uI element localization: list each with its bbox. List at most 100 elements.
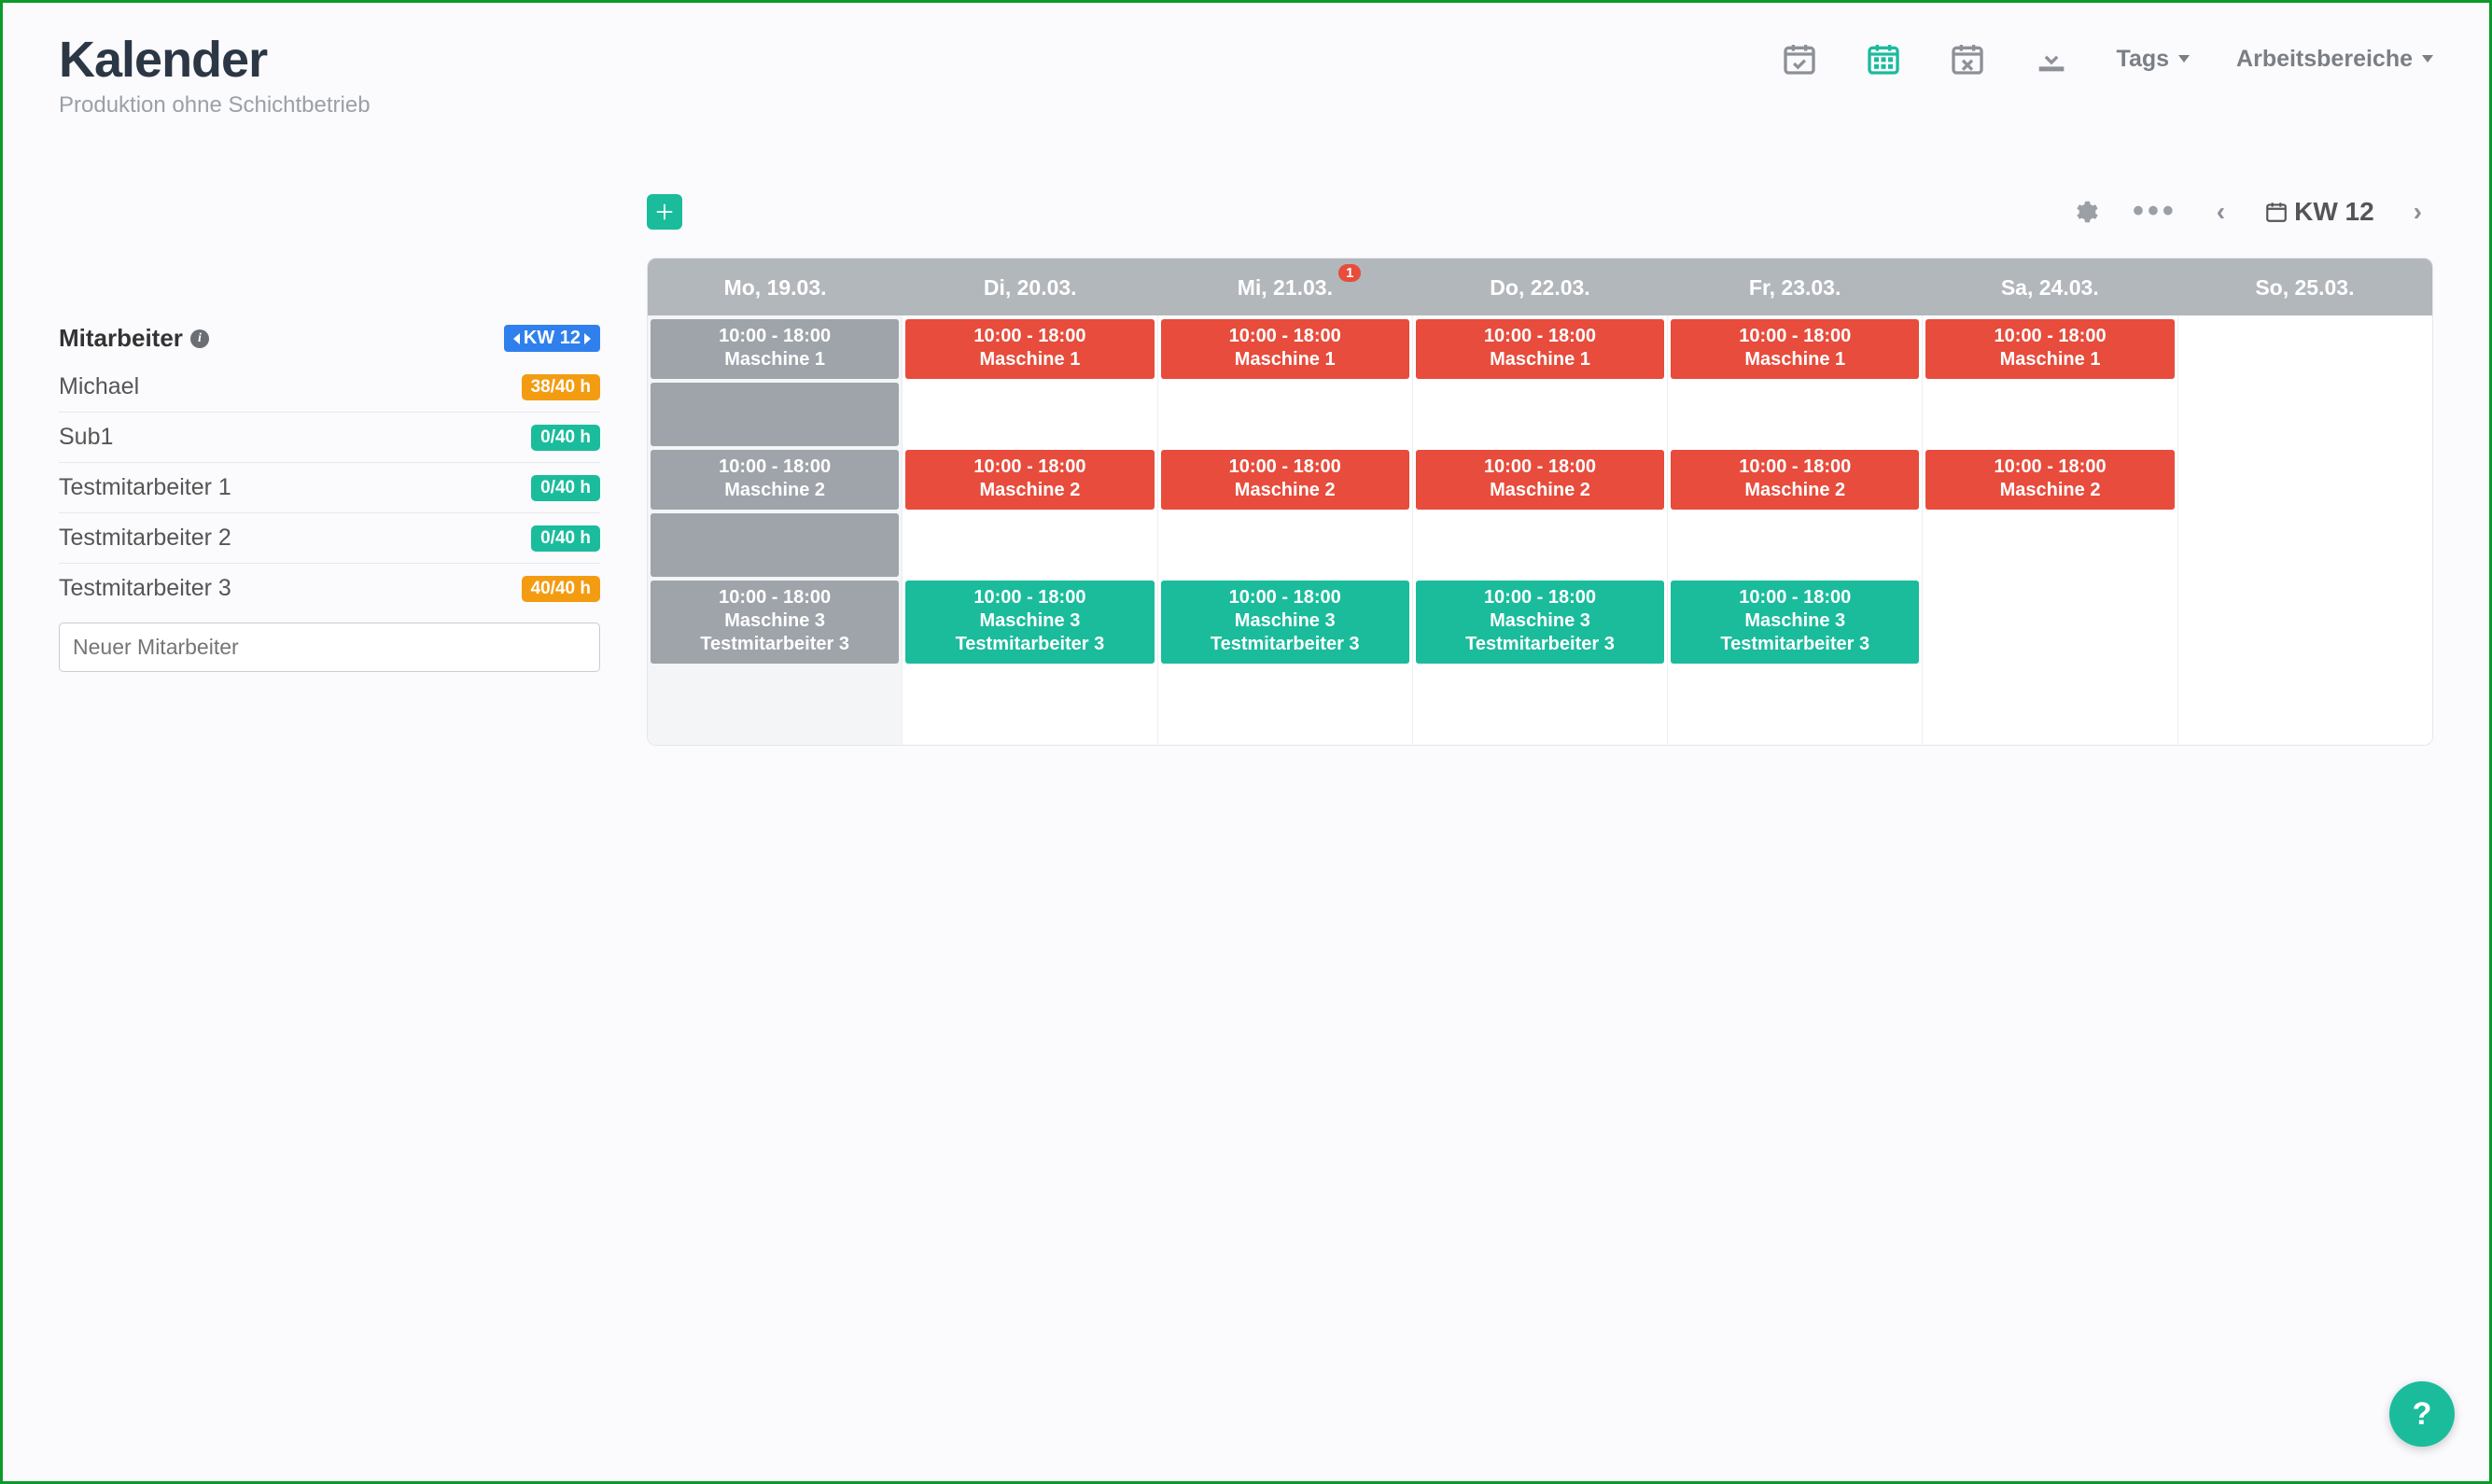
event-person: Testmitarbeiter 3	[1163, 633, 1407, 656]
shift-event[interactable]: 10:00 - 18:00Maschine 3Testmitarbeiter 3	[1161, 581, 1409, 664]
employee-row[interactable]: Testmitarbeiter 10/40 h	[59, 463, 600, 513]
row-gap	[1416, 513, 1664, 577]
event-machine: Maschine 3	[1673, 609, 1917, 633]
shift-event[interactable]: 10:00 - 18:00Maschine 1	[651, 319, 899, 379]
row-gap	[1161, 383, 1409, 446]
event-time: 10:00 - 18:00	[1927, 455, 2172, 479]
event-machine: Maschine 3	[1163, 609, 1407, 633]
shift-event[interactable]: 10:00 - 18:00Maschine 2	[905, 450, 1154, 510]
empty-slot	[1925, 581, 2174, 644]
event-time: 10:00 - 18:00	[1418, 455, 1662, 479]
day-header[interactable]: Mi, 21.03. 1	[1157, 259, 1412, 315]
employee-row[interactable]: Testmitarbeiter 20/40 h	[59, 513, 600, 564]
notification-badge: 1	[1338, 264, 1361, 282]
add-button[interactable]	[647, 194, 682, 230]
row-gap	[1671, 383, 1919, 446]
event-machine: Maschine 1	[1163, 348, 1407, 371]
shift-event[interactable]: 10:00 - 18:00Maschine 2	[1671, 450, 1919, 510]
event-time: 10:00 - 18:00	[1418, 325, 1662, 348]
hours-badge: 40/40 h	[522, 576, 600, 602]
day-column: 10:00 - 18:00Maschine 110:00 - 18:00Masc…	[648, 315, 903, 745]
employee-name: Testmitarbeiter 3	[59, 575, 231, 602]
next-week-button[interactable]: ›	[2408, 197, 2428, 227]
download-icon[interactable]	[2033, 40, 2070, 77]
shift-event[interactable]: 10:00 - 18:00Maschine 3Testmitarbeiter 3	[651, 581, 899, 664]
employee-name: Testmitarbeiter 2	[59, 525, 231, 552]
row-gap	[905, 383, 1154, 446]
event-time: 10:00 - 18:00	[1673, 455, 1917, 479]
day-header-label: Di, 20.03.	[984, 275, 1077, 300]
current-week-label: KW 12	[2294, 197, 2374, 227]
day-header-label: Mi, 21.03.	[1238, 275, 1333, 300]
row-gap	[1161, 513, 1409, 577]
employee-name: Michael	[59, 373, 139, 400]
event-machine: Maschine 3	[1418, 609, 1662, 633]
employee-row[interactable]: Testmitarbeiter 3 40/40 h	[59, 564, 600, 613]
event-machine: Maschine 1	[907, 348, 1152, 371]
shift-event[interactable]: 10:00 - 18:00Maschine 1	[905, 319, 1154, 379]
shift-event[interactable]: 10:00 - 18:00Maschine 1	[1925, 319, 2174, 379]
workspaces-dropdown[interactable]: Arbeitsbereiche	[2236, 46, 2433, 73]
day-header[interactable]: So, 25.03.	[2177, 259, 2432, 315]
chevron-down-icon	[2178, 55, 2190, 63]
shift-event[interactable]: 10:00 - 18:00Maschine 1	[1671, 319, 1919, 379]
day-column: 10:00 - 18:00Maschine 110:00 - 18:00Masc…	[903, 315, 1157, 745]
tags-dropdown[interactable]: Tags	[2117, 46, 2191, 73]
event-time: 10:00 - 18:00	[907, 325, 1152, 348]
event-time: 10:00 - 18:00	[652, 455, 897, 479]
employee-row[interactable]: Sub10/40 h	[59, 413, 600, 463]
event-time: 10:00 - 18:00	[1163, 455, 1407, 479]
day-header[interactable]: Fr, 23.03.	[1668, 259, 1923, 315]
shift-event[interactable]: 10:00 - 18:00Maschine 1	[1416, 319, 1664, 379]
day-header[interactable]: Sa, 24.03.	[1923, 259, 2177, 315]
shift-event[interactable]: 10:00 - 18:00Maschine 3Testmitarbeiter 3	[1671, 581, 1919, 664]
event-time: 10:00 - 18:00	[907, 455, 1152, 479]
row-gap	[1416, 383, 1664, 446]
triangle-right-icon	[584, 333, 591, 344]
shift-event[interactable]: 10:00 - 18:00Maschine 3Testmitarbeiter 3	[905, 581, 1154, 664]
event-machine: Maschine 2	[1927, 479, 2172, 502]
week-pill-label: KW 12	[524, 328, 581, 349]
calendar-icon	[2264, 200, 2289, 224]
more-icon[interactable]: •••	[2133, 193, 2177, 230]
page-title: Kalender	[59, 31, 371, 89]
event-person: Testmitarbeiter 3	[907, 633, 1152, 656]
day-header-label: Sa, 24.03.	[2001, 275, 2099, 300]
event-person: Testmitarbeiter 3	[1418, 633, 1662, 656]
event-machine: Maschine 2	[652, 479, 897, 502]
shift-event[interactable]: 10:00 - 18:00Maschine 1	[1161, 319, 1409, 379]
event-machine: Maschine 3	[907, 609, 1152, 633]
info-icon[interactable]: i	[190, 329, 209, 348]
event-machine: Maschine 1	[652, 348, 897, 371]
help-button[interactable]: ?	[2389, 1381, 2455, 1447]
current-week-button[interactable]: KW 12	[2264, 197, 2374, 227]
shift-event[interactable]: 10:00 - 18:00Maschine 2	[1416, 450, 1664, 510]
page-subtitle: Produktion ohne Schichtbetrieb	[59, 92, 371, 119]
shift-event[interactable]: 10:00 - 18:00Maschine 3Testmitarbeiter 3	[1416, 581, 1664, 664]
event-person: Testmitarbeiter 3	[1673, 633, 1917, 656]
calendar-grid-icon[interactable]	[1865, 40, 1902, 77]
gear-icon[interactable]	[2071, 198, 2099, 226]
event-machine: Maschine 1	[1673, 348, 1917, 371]
row-gap	[1671, 513, 1919, 577]
shift-event[interactable]: 10:00 - 18:00Maschine 2	[651, 450, 899, 510]
day-header[interactable]: Mo, 19.03.	[648, 259, 903, 315]
row-gap	[651, 513, 899, 577]
shift-event[interactable]: 10:00 - 18:00Maschine 2	[1161, 450, 1409, 510]
prev-week-button[interactable]: ‹	[2211, 197, 2231, 227]
day-column: 10:00 - 18:00Maschine 110:00 - 18:00Masc…	[1413, 315, 1668, 745]
day-header[interactable]: Do, 22.03.	[1412, 259, 1667, 315]
shift-event[interactable]: 10:00 - 18:00Maschine 2	[1925, 450, 2174, 510]
day-column	[2178, 315, 2432, 745]
empty-slot	[2181, 454, 2429, 517]
calendar-check-icon[interactable]	[1781, 40, 1818, 77]
employee-name: Testmitarbeiter 1	[59, 474, 231, 501]
event-machine: Maschine 1	[1418, 348, 1662, 371]
event-time: 10:00 - 18:00	[1673, 325, 1917, 348]
new-employee-input[interactable]	[59, 623, 600, 672]
employee-row[interactable]: Michael38/40 h	[59, 362, 600, 413]
day-column: 10:00 - 18:00Maschine 110:00 - 18:00Masc…	[1668, 315, 1923, 745]
week-picker-pill[interactable]: KW 12	[504, 325, 600, 352]
calendar-x-icon[interactable]	[1949, 40, 1986, 77]
day-header[interactable]: Di, 20.03.	[903, 259, 1157, 315]
